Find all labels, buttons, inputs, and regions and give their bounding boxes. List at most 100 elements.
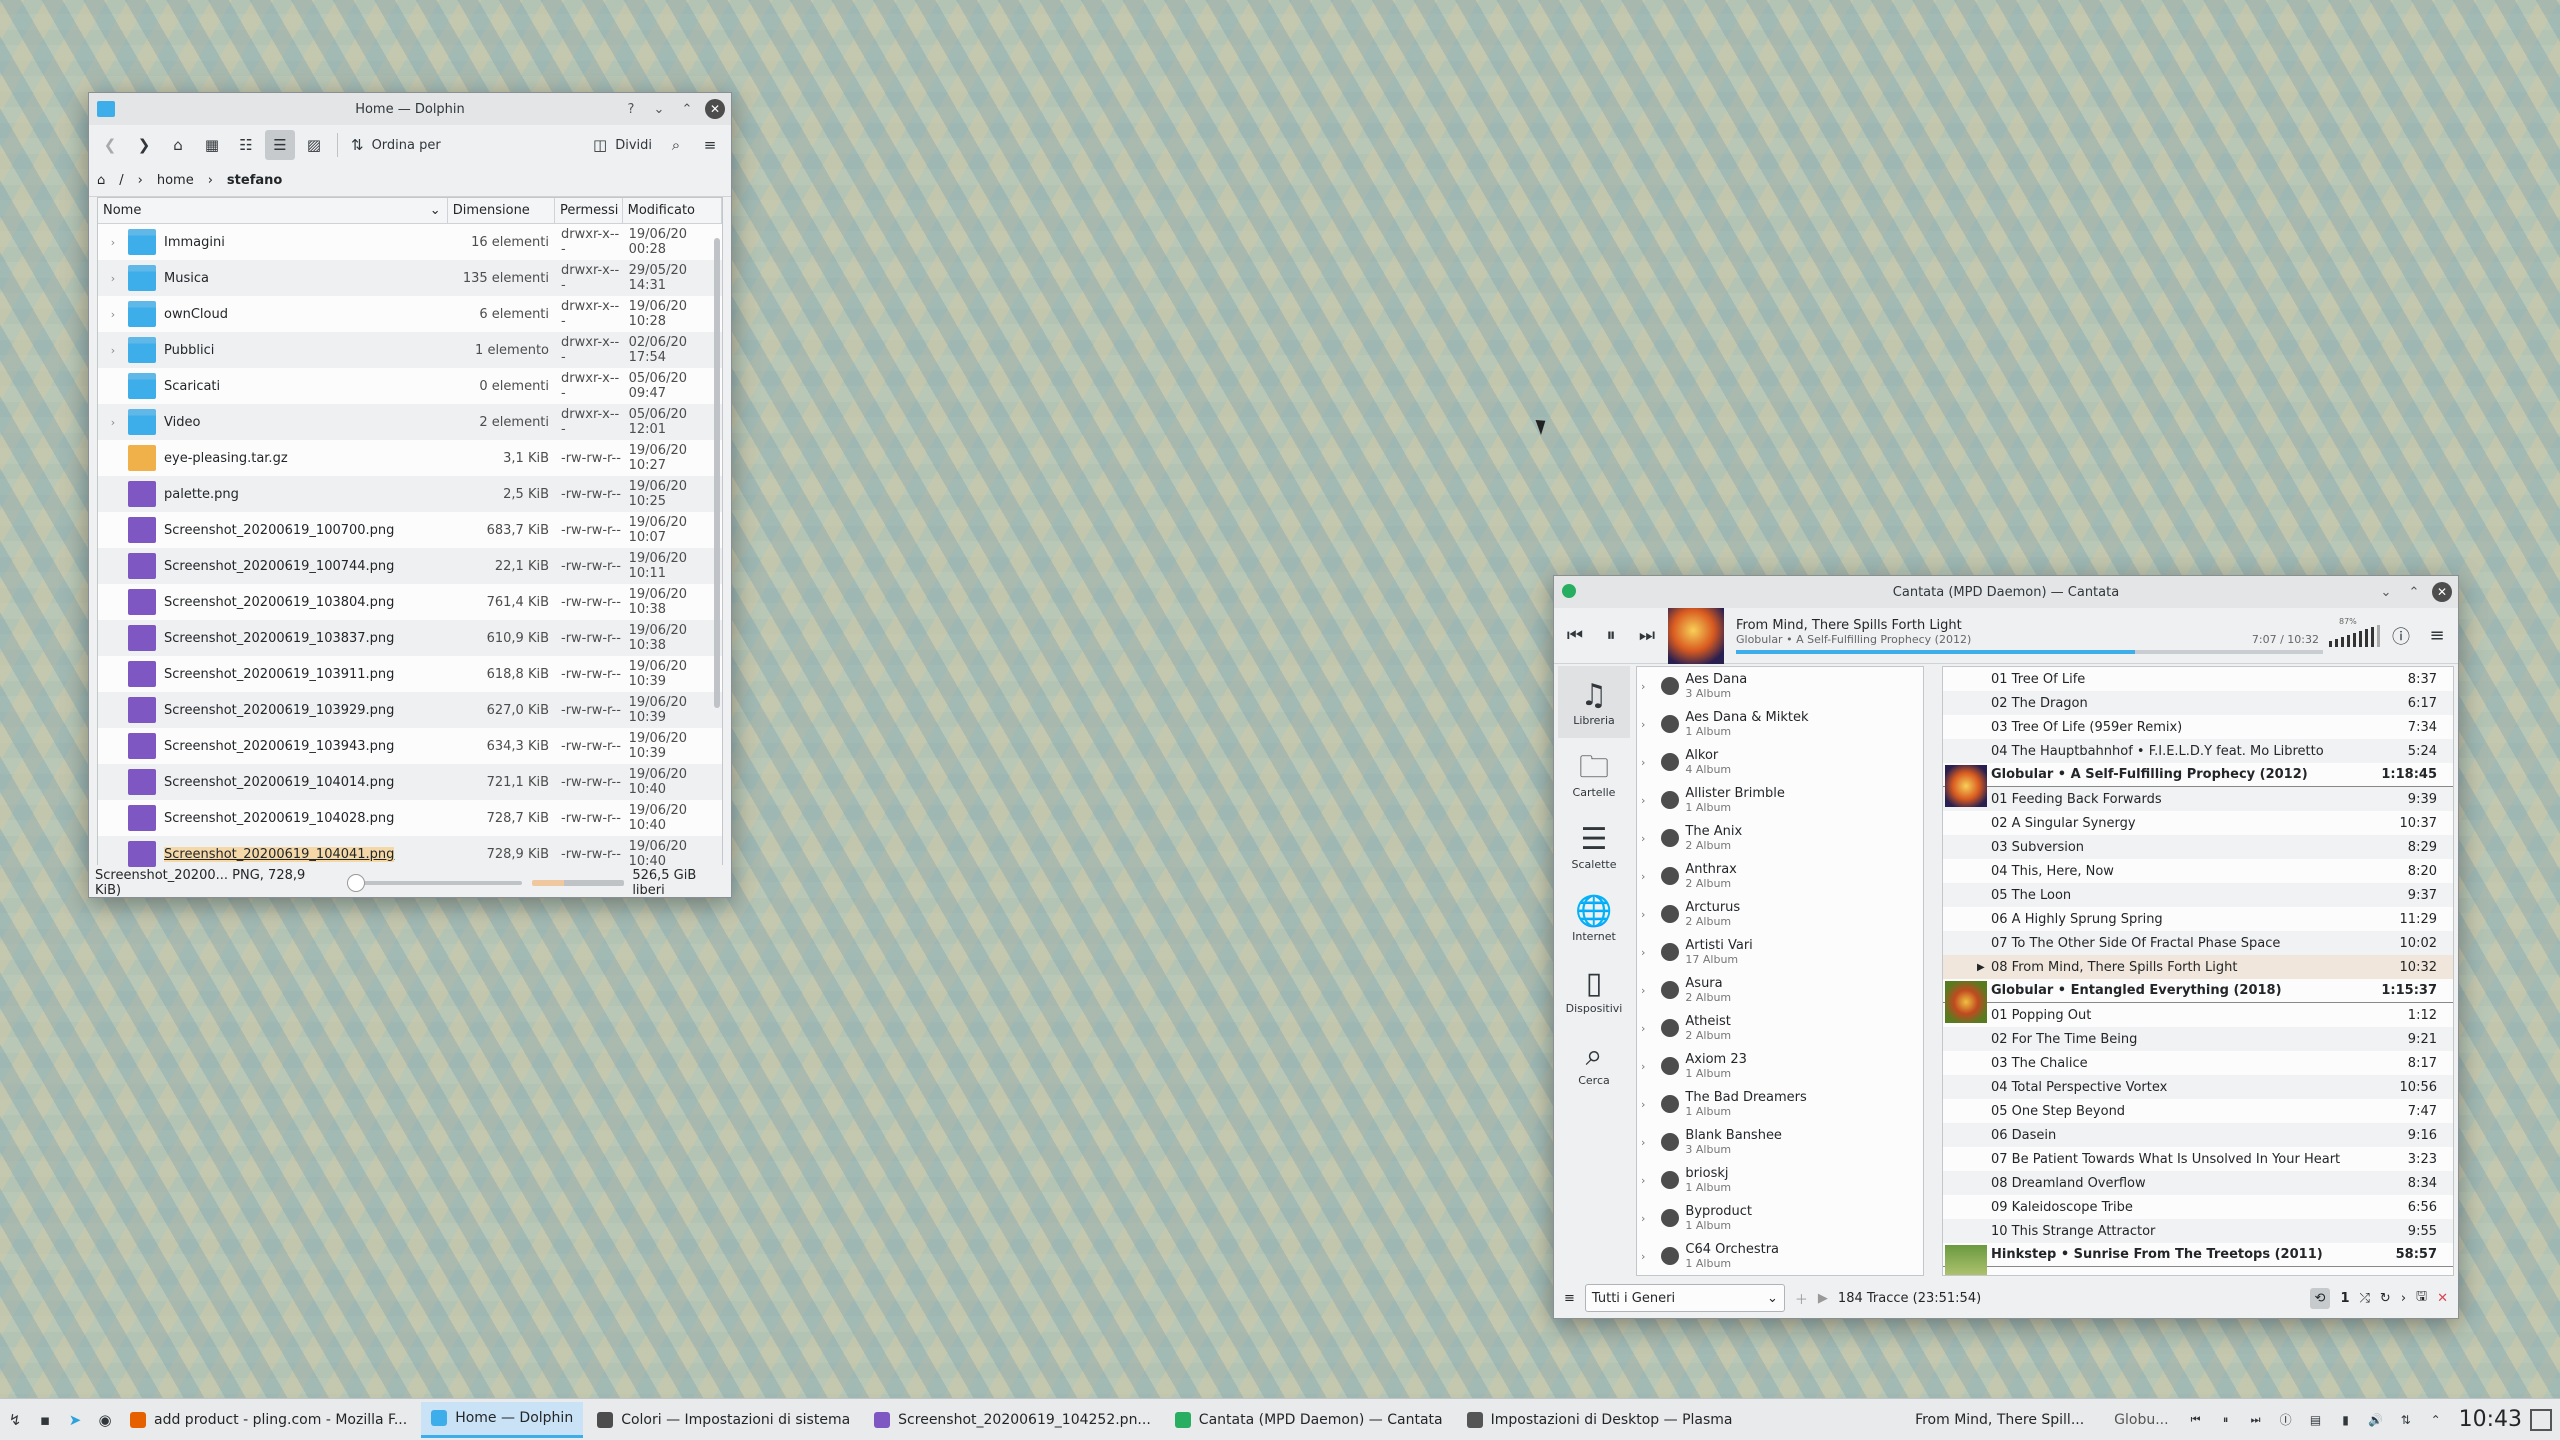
track-row[interactable]: 06 A Highly Sprung Spring 11:29 <box>1943 907 2453 931</box>
chevron-right-icon[interactable]: › <box>1641 1250 1645 1263</box>
battery-icon[interactable]: ▮ <box>2331 1405 2361 1435</box>
genre-filter-select[interactable]: Tutti i Generi ⌄ <box>1584 1284 1785 1312</box>
taskbar-task[interactable]: add product - pling.com - Mozilla F... <box>120 1402 417 1438</box>
next-track-icon[interactable]: ⏭ <box>1632 621 1662 651</box>
nav-internet[interactable]: 🌐 Internet <box>1558 882 1630 954</box>
add-icon[interactable]: ＋ <box>1795 1289 1808 1308</box>
network-icon[interactable]: ⇅ <box>2391 1405 2421 1435</box>
artist-item[interactable]: › Alkor 4 Album <box>1637 743 1923 781</box>
file-row[interactable]: Scaricati 0 elementi drwxr-x--- 05/06/20 09… <box>98 368 722 404</box>
track-row[interactable]: 03 The Chalice 8:17 <box>1943 1051 2453 1075</box>
track-row[interactable]: 03 Subversion 8:29 <box>1943 835 2453 859</box>
artist-item[interactable]: › Artisti Vari 17 Album <box>1637 933 1923 971</box>
taskbar-task[interactable]: Impostazioni di Desktop — Plasma <box>1457 1402 1743 1438</box>
chevron-right-icon[interactable]: › <box>1641 1060 1645 1073</box>
info-icon[interactable]: ⓘ <box>2386 621 2416 651</box>
expand-tray-icon[interactable]: ⌃ <box>2421 1405 2451 1435</box>
taskbar-task[interactable]: Screenshot_20200619_104252.pn... <box>864 1402 1161 1438</box>
taskbar-task[interactable]: Cantata (MPD Daemon) — Cantata <box>1165 1402 1453 1438</box>
nav-devices[interactable]: ▯ Dispositivi <box>1558 954 1630 1026</box>
track-row[interactable]: 01 Feeding Back Forwards 9:39 <box>1943 787 2453 811</box>
chevron-right-icon[interactable]: › <box>1641 794 1645 807</box>
file-row[interactable]: eye-pleasing.tar.gz 3,1 KiB -rw-rw-r-- 19/0… <box>98 440 722 476</box>
maximize-icon[interactable]: ⌃ <box>2404 582 2424 602</box>
nav-folders[interactable]: 🗀 Cartelle <box>1558 738 1630 810</box>
artist-item[interactable]: › The Anix 2 Album <box>1637 819 1923 857</box>
album-header[interactable]: Globular • Entangled Everything (2018) 1:… <box>1943 979 2453 1023</box>
artist-item[interactable]: › Byproduct 1 Album <box>1637 1199 1923 1237</box>
cantata-titlebar[interactable]: Cantata (MPD Daemon) — Cantata ⌄ ⌃ ✕ <box>1554 576 2458 608</box>
nav-search[interactable]: ⌕ Cerca <box>1558 1026 1630 1098</box>
details-view-icon[interactable]: ☰ <box>265 130 295 160</box>
icons-view-icon[interactable]: ▦ <box>197 130 227 160</box>
artist-item[interactable]: › Aes Dana & Miktek 1 Album <box>1637 705 1923 743</box>
shuffle-icon[interactable]: ⤮ <box>2360 1291 2370 1306</box>
artist-item[interactable]: › Blank Banshee 3 Album <box>1637 1123 1923 1161</box>
chevron-right-icon[interactable]: › <box>1641 1136 1645 1149</box>
pause-icon[interactable]: ⏸ <box>2211 1405 2241 1435</box>
artist-item[interactable]: › Atheist 2 Album <box>1637 1009 1923 1047</box>
expand-icon[interactable]: › <box>98 236 128 249</box>
file-row[interactable]: Screenshot_20200619_104014.png 721,1 KiB -… <box>98 764 722 800</box>
show-desktop-icon[interactable] <box>2530 1408 2552 1431</box>
hamburger-menu-icon[interactable]: ≡ <box>695 130 725 160</box>
forward-icon[interactable]: ❯ <box>129 130 159 160</box>
file-row[interactable]: Screenshot_20200619_103837.png 610,9 KiB -… <box>98 620 722 656</box>
file-row[interactable]: Screenshot_20200619_100744.png 22,1 KiB -r… <box>98 548 722 584</box>
chevron-right-icon[interactable]: › <box>1641 680 1645 693</box>
chevron-right-icon[interactable]: › <box>1641 870 1645 883</box>
album-header[interactable]: Hinkstep • Sunrise From The Treetops (20… <box>1943 1243 2453 1275</box>
artist-item[interactable]: › brioskj 1 Album <box>1637 1161 1923 1199</box>
telegram-icon[interactable]: ➤ <box>60 1405 90 1435</box>
chevron-right-icon[interactable]: › <box>1641 718 1645 731</box>
chevron-right-icon[interactable]: › <box>1641 984 1645 997</box>
album-header[interactable]: Globular • A Self-Fulfilling Prophecy (2… <box>1943 763 2453 807</box>
next-track-icon[interactable]: ⏭ <box>2241 1405 2271 1435</box>
track-row[interactable]: 04 This, Here, Now 8:20 <box>1943 859 2453 883</box>
dolphin-titlebar[interactable]: Home — Dolphin ? ⌄ ⌃ ✕ <box>89 93 731 125</box>
artist-item[interactable]: › Arcturus 2 Album <box>1637 895 1923 933</box>
artist-item[interactable]: › Anthrax 2 Album <box>1637 857 1923 895</box>
back-icon[interactable]: ❮ <box>95 130 125 160</box>
breadcrumb-home[interactable]: home <box>157 173 194 188</box>
artist-item[interactable]: › Aes Dana 3 Album <box>1637 667 1923 705</box>
track-row[interactable]: 01 Tree Of Life 8:37 <box>1943 667 2453 691</box>
help-icon[interactable]: ? <box>621 99 641 119</box>
file-row[interactable]: Screenshot_20200619_103911.png 618,8 KiB -… <box>98 656 722 692</box>
track-row[interactable]: 04 The Hauptbahnhof • F.I.E.L.D.Y feat. … <box>1943 739 2453 763</box>
pause-icon[interactable]: ⏸ <box>1596 621 1626 651</box>
breadcrumb-root[interactable]: / <box>119 173 123 188</box>
chevron-right-icon[interactable]: › <box>1641 1098 1645 1111</box>
tray-icon[interactable]: Ⓘ <box>2271 1405 2301 1435</box>
file-row[interactable]: › ownCloud 6 elementi drwxr-x--- 19/06/20 10… <box>98 296 722 332</box>
volume-control[interactable]: 87% <box>2329 617 2380 647</box>
track-progress[interactable] <box>1736 649 2323 654</box>
track-row[interactable]: 05 One Step Beyond 7:47 <box>1943 1099 2453 1123</box>
breadcrumb-home-icon[interactable]: ⌂ <box>97 173 105 188</box>
file-row[interactable]: palette.png 2,5 KiB -rw-rw-r-- 19/06/20 10:… <box>98 476 722 512</box>
column-modified[interactable]: Modificato <box>623 198 722 223</box>
track-row[interactable]: 02 For The Time Being 9:21 <box>1943 1027 2453 1051</box>
artist-item[interactable]: › The Bad Dreamers 1 Album <box>1637 1085 1923 1123</box>
chevron-right-icon[interactable]: › <box>1641 756 1645 769</box>
play-icon[interactable]: ▶ <box>1818 1291 1828 1306</box>
close-icon[interactable]: ✕ <box>2432 582 2452 602</box>
album-cover[interactable] <box>1668 607 1724 664</box>
file-row[interactable]: Screenshot_20200619_103804.png 761,4 KiB -… <box>98 584 722 620</box>
previous-track-icon[interactable]: ⏮ <box>2181 1405 2211 1435</box>
zoom-slider-knob[interactable] <box>346 874 365 892</box>
expand-icon[interactable]: › <box>98 344 128 357</box>
save-icon[interactable]: 🖫 <box>2416 1287 2427 1309</box>
artist-item[interactable]: › Axiom 23 1 Album <box>1637 1047 1923 1085</box>
home-icon[interactable]: ⌂ <box>163 130 193 160</box>
chevron-right-icon[interactable]: › <box>2401 1291 2406 1306</box>
vertical-scrollbar[interactable] <box>714 238 720 708</box>
compact-view-icon[interactable]: ☷ <box>231 130 261 160</box>
file-row[interactable]: › Immagini 16 elementi drwxr-x--- 19/06/20 0… <box>98 224 722 260</box>
track-row[interactable]: 02 A Singular Synergy 10:37 <box>1943 811 2453 835</box>
hamburger-menu-icon[interactable]: ≡ <box>2422 621 2452 651</box>
track-row[interactable]: 08 Dreamland Overflow 8:34 <box>1943 1171 2453 1195</box>
file-row[interactable]: Screenshot_20200619_103929.png 627,0 KiB -… <box>98 692 722 728</box>
artist-item[interactable]: › Allister Brimble 1 Album <box>1637 781 1923 819</box>
application-launcher-icon[interactable]: ↯ <box>0 1405 30 1435</box>
